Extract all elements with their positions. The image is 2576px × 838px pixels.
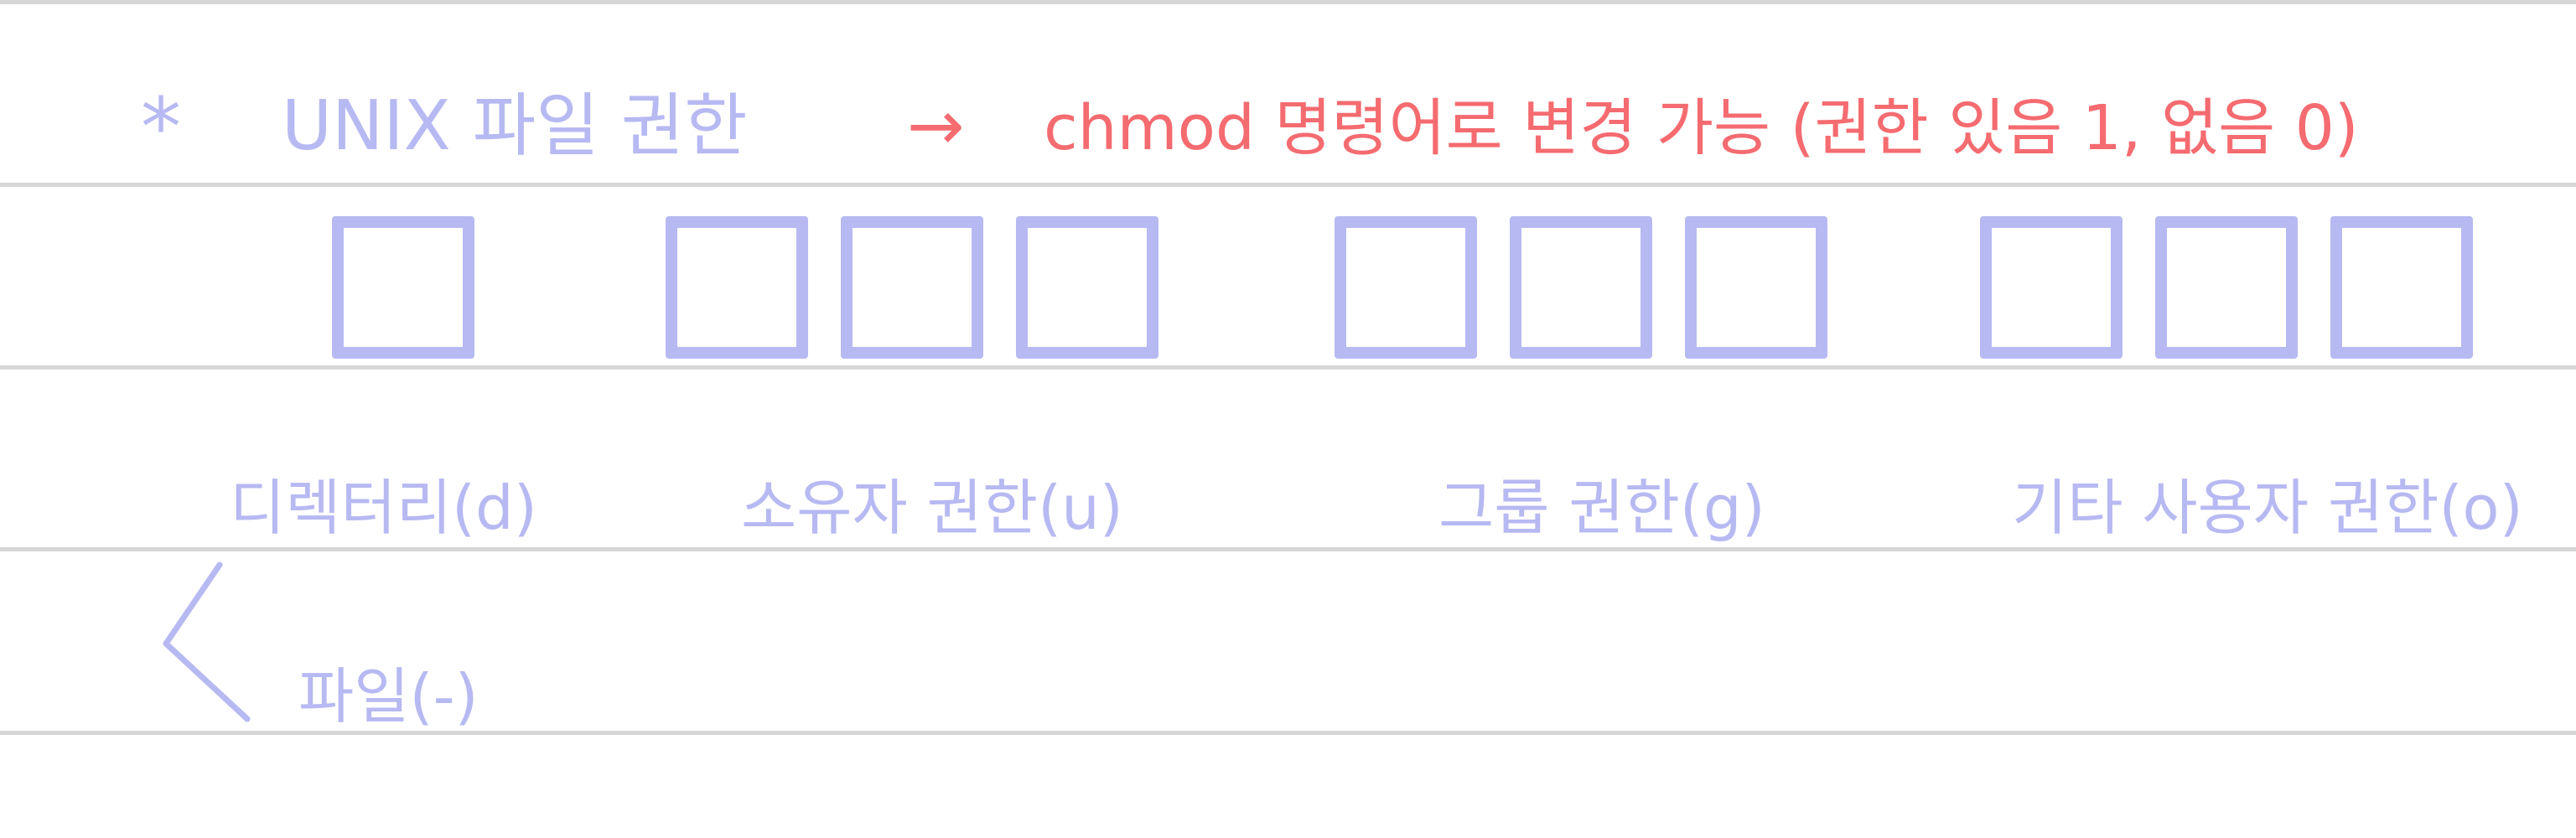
ruled-line bbox=[0, 547, 2576, 551]
group-permission-label: 그룹 권한(g) bbox=[1438, 473, 1765, 543]
bullet-asterisk: * bbox=[141, 80, 181, 174]
other-permission-label: 기타 사용자 권한(o) bbox=[2012, 473, 2523, 543]
owner-write-box bbox=[841, 216, 983, 359]
file-label: 파일(-) bbox=[298, 661, 479, 732]
owner-execute-box bbox=[1016, 216, 1158, 359]
ruled-line bbox=[0, 365, 2576, 370]
directory-flag-box bbox=[332, 216, 474, 359]
other-write-box bbox=[2155, 216, 2298, 359]
group-read-box bbox=[1335, 216, 1477, 359]
owner-permission-label: 소유자 권한(u) bbox=[741, 473, 1123, 543]
group-write-box bbox=[1510, 216, 1652, 359]
owner-read-box bbox=[666, 216, 808, 359]
other-execute-box bbox=[2330, 216, 2473, 359]
other-read-box bbox=[1980, 216, 2122, 359]
directory-label: 디렉터리(d) bbox=[230, 473, 537, 543]
group-execute-box bbox=[1685, 216, 1827, 359]
notebook-page: * UNIX 파일 권한 → chmod 명령어로 변경 가능 (권한 있음 1… bbox=[0, 0, 2576, 838]
bracket-icon bbox=[163, 561, 251, 722]
ruled-line bbox=[0, 183, 2576, 187]
note-title: UNIX 파일 권한 bbox=[282, 86, 748, 166]
arrow-icon: → bbox=[907, 86, 965, 166]
ruled-line bbox=[0, 0, 2576, 4]
chmod-description: chmod 명령어로 변경 가능 (권한 있음 1, 없음 0) bbox=[1044, 92, 2359, 164]
